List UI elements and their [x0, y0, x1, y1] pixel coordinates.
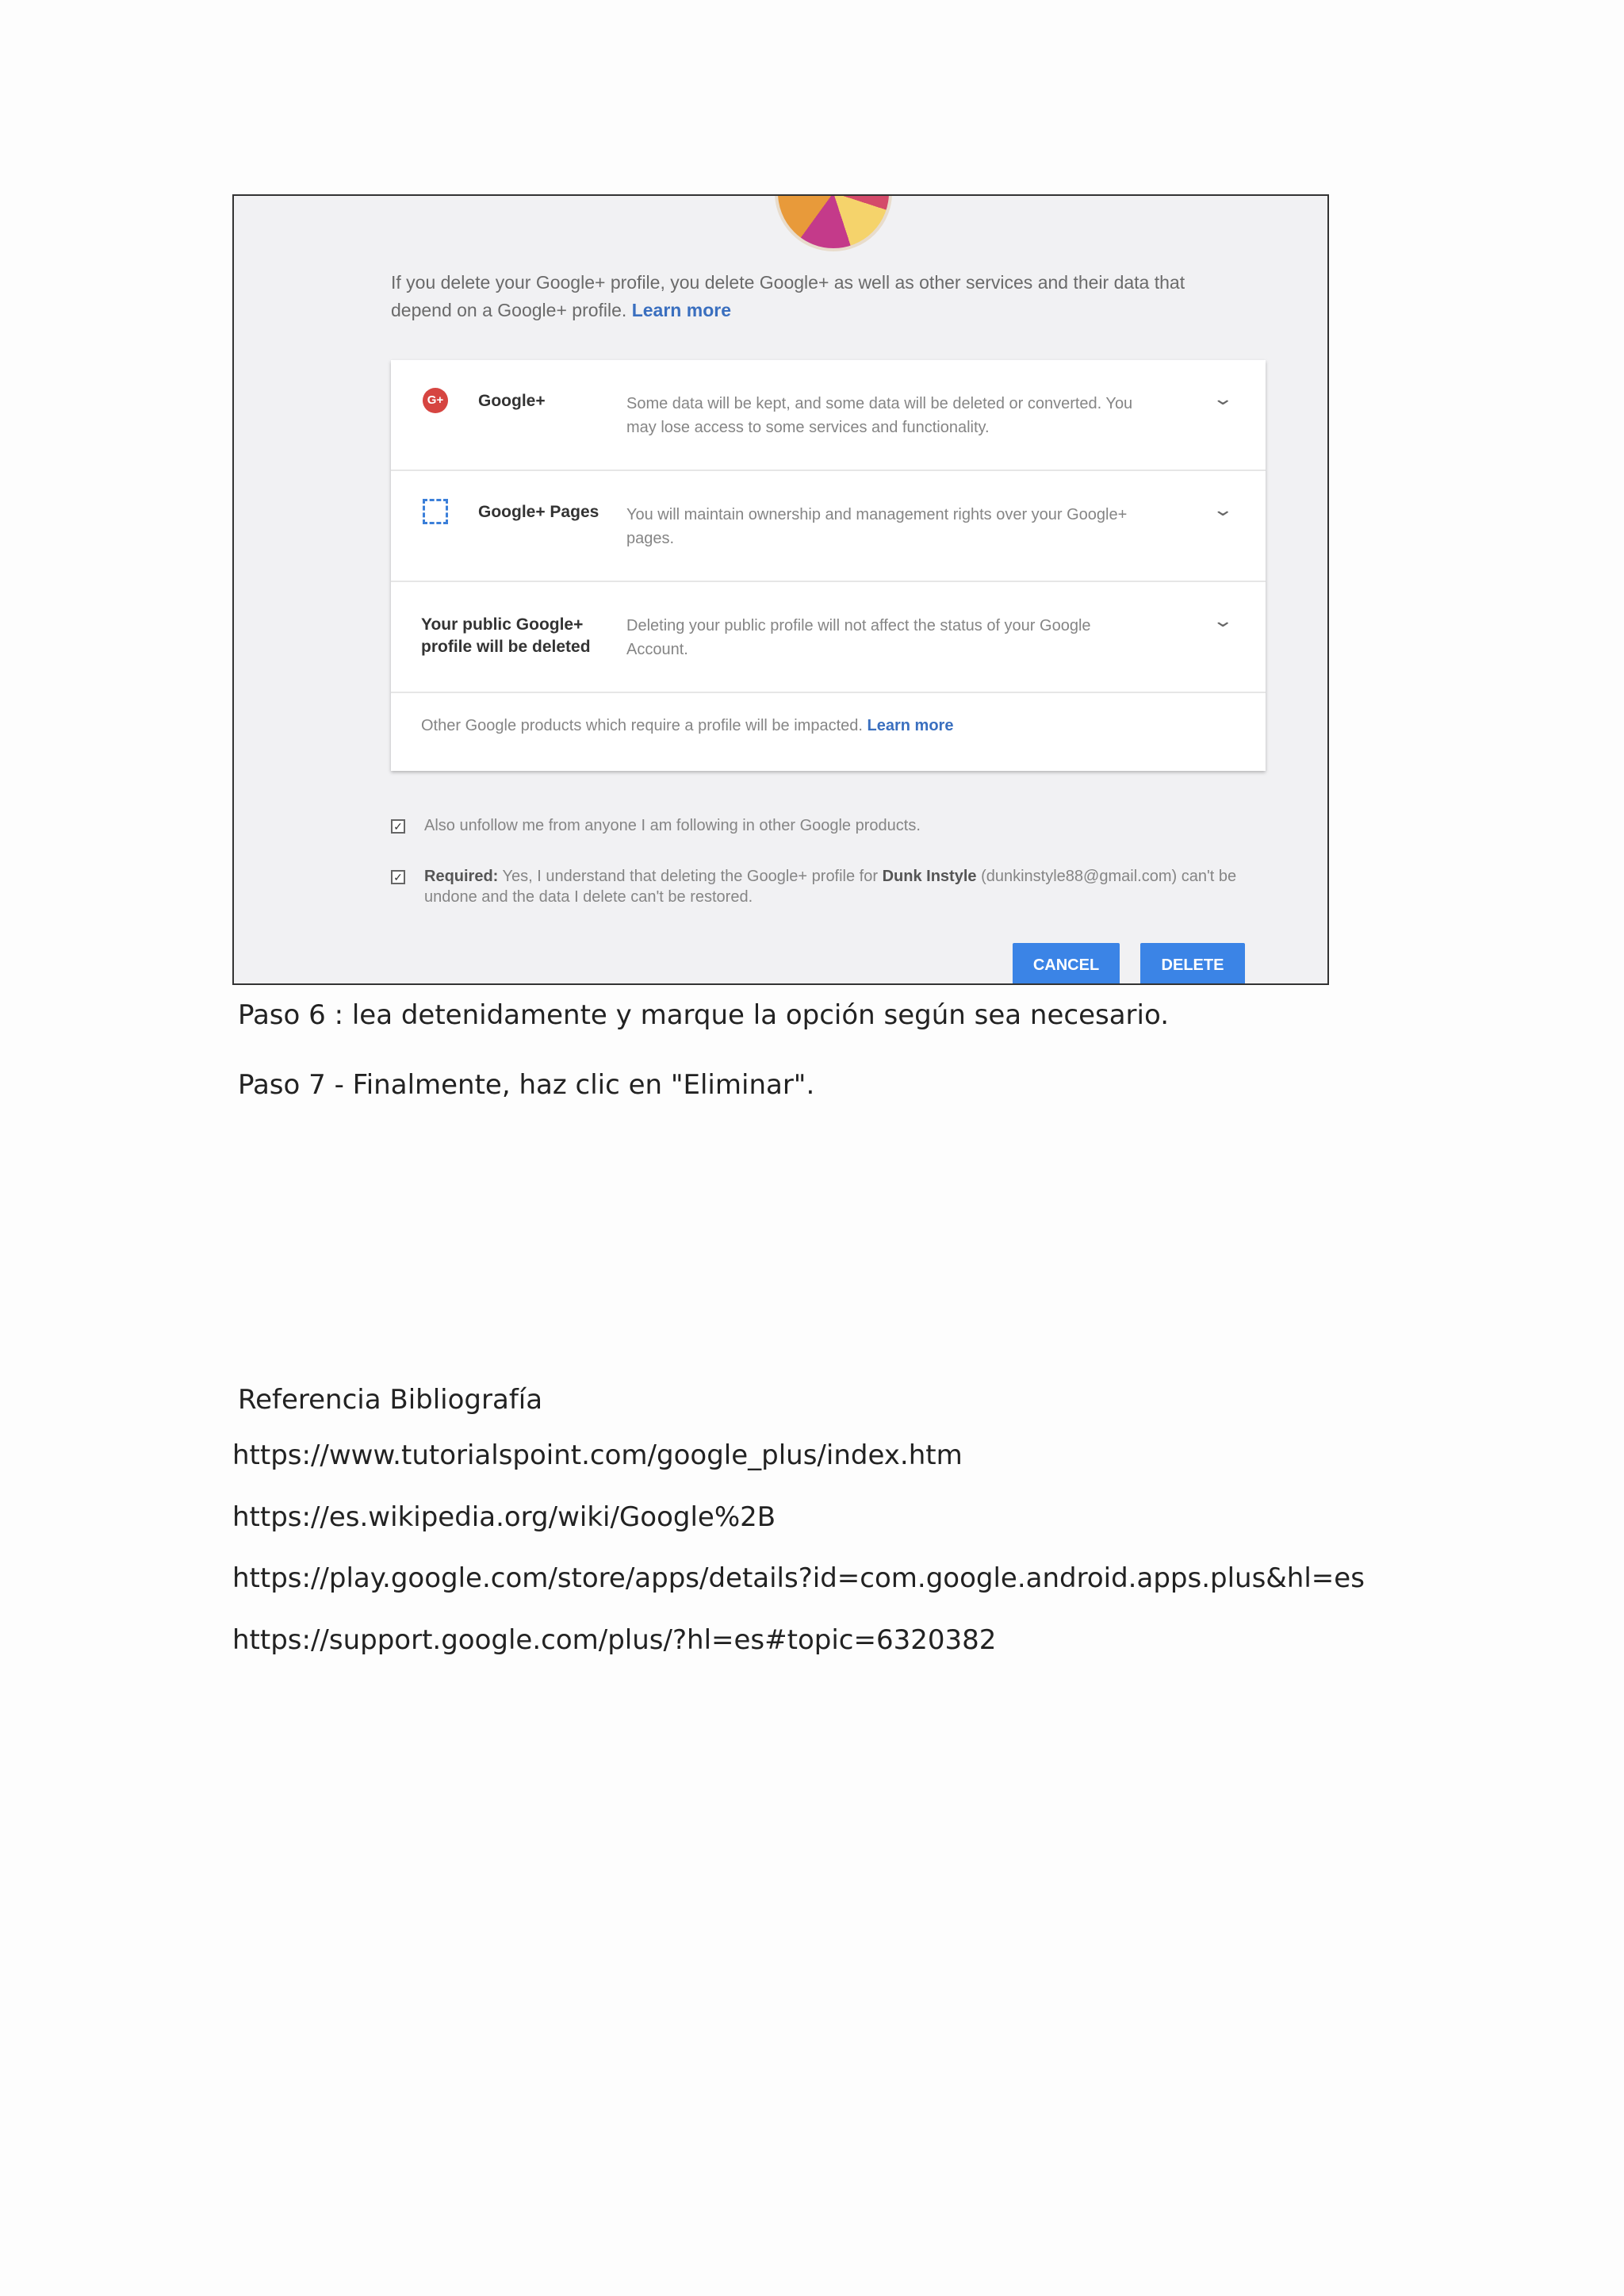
- chevron-down-icon[interactable]: ⌄: [1212, 500, 1234, 520]
- cancel-button[interactable]: CANCEL: [1013, 943, 1120, 983]
- intro-learn-more-link[interactable]: Learn more: [632, 300, 731, 320]
- card-footer: Other Google products which require a pr…: [421, 717, 953, 735]
- reference-link[interactable]: https://play.google.com/store/apps/detai…: [232, 1562, 1365, 1594]
- service-desc: Deleting your public profile will not af…: [626, 617, 1091, 658]
- required-label: Required: Yes, I understand that deletin…: [424, 866, 1281, 907]
- intro-body: If you delete your Google+ profile, you …: [391, 272, 1185, 320]
- service-row-google-plus[interactable]: G+ Google+ Some data will be kept, and s…: [391, 360, 1266, 471]
- services-card: G+ Google+ Some data will be kept, and s…: [391, 360, 1266, 771]
- service-desc: Some data will be kept, and some data wi…: [626, 395, 1133, 436]
- step-7-label: Paso 7: [238, 1069, 326, 1101]
- required-prefix: Required:: [424, 868, 499, 885]
- service-row-public-profile[interactable]: Your public Google+ profile will be dele…: [391, 582, 1266, 693]
- footer-text: Other Google products which require a pr…: [421, 717, 863, 734]
- required-checkbox[interactable]: ✓: [391, 870, 405, 884]
- service-name: Google+ Pages: [478, 503, 599, 521]
- references-title: Referencia Bibliografía: [238, 1384, 543, 1416]
- reference-link[interactable]: https://support.google.com/plus/?hl=es#t…: [232, 1624, 996, 1656]
- unfollow-label: Also unfollow me from anyone I am follow…: [424, 817, 921, 834]
- chevron-down-icon[interactable]: ⌄: [1212, 389, 1234, 409]
- profile-avatar: [775, 196, 892, 251]
- service-name: Google+: [478, 392, 546, 410]
- service-name: Your public Google+ profile will be dele…: [421, 615, 591, 656]
- service-row-google-pages[interactable]: Google+ Pages You will maintain ownershi…: [391, 471, 1266, 582]
- chevron-down-icon[interactable]: ⌄: [1212, 611, 1234, 631]
- required-text-a: Yes, I understand that deleting the Goog…: [502, 868, 879, 885]
- footer-learn-more-link[interactable]: Learn more: [868, 717, 954, 734]
- step-7: Paso 7 - Finalmente, haz clic en "Elimin…: [238, 1069, 814, 1101]
- step-6-text: : lea detenidamente y marque la opción s…: [325, 999, 1169, 1031]
- delete-button[interactable]: DELETE: [1140, 943, 1245, 983]
- google-pages-icon: [423, 499, 448, 524]
- step-6-label: Paso 6: [238, 999, 326, 1031]
- intro-text: If you delete your Google+ profile, you …: [391, 269, 1231, 324]
- reference-link[interactable]: https://www.tutorialspoint.com/google_pl…: [232, 1439, 963, 1471]
- unfollow-checkbox[interactable]: ✓: [391, 819, 405, 834]
- delete-profile-screenshot: If you delete your Google+ profile, you …: [232, 194, 1329, 985]
- required-user: Dunk Instyle: [882, 868, 977, 885]
- step-6: Paso 6 : lea detenidamente y marque la o…: [238, 999, 1169, 1031]
- service-desc: You will maintain ownership and manageme…: [626, 506, 1128, 547]
- google-plus-icon: G+: [423, 388, 448, 413]
- reference-link[interactable]: https://es.wikipedia.org/wiki/Google%2B: [232, 1501, 776, 1533]
- step-7-text: - Finalmente, haz clic en "Eliminar".: [325, 1069, 815, 1101]
